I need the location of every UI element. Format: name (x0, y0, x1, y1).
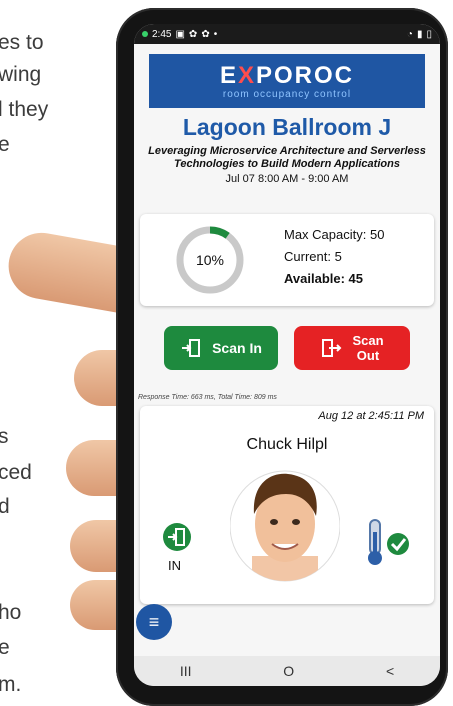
dot-icon: • (213, 28, 218, 40)
available-count: Available: 45 (284, 271, 364, 286)
phone-screen: 2:45 ▣ ✿ ✿ • ◔ ▮ ▯ EXPOROC room occupanc… (134, 24, 440, 686)
android-nav-bar: III O < (134, 656, 440, 686)
background-text-9: e (0, 636, 10, 659)
temperature-ok-icon (368, 519, 409, 565)
scan-out-label-line-2: Out (356, 348, 380, 363)
session-title-line-1: Leveraging Microservice Architecture and… (148, 145, 426, 157)
settings-icon: ✿ (188, 28, 198, 40)
background-text-8: ho (0, 601, 22, 624)
logo-brand-suffix: POROC (256, 61, 355, 89)
status-bar: 2:45 ▣ ✿ ✿ • ◔ ▮ ▯ (134, 24, 440, 44)
background-text-5: s (0, 425, 9, 448)
door-exit-icon (322, 339, 342, 357)
capacity-stats: Max Capacity: 50 Current: 5 Available: 4… (284, 224, 384, 290)
background-text-2: wing (0, 63, 42, 86)
logo-tagline: room occupancy control (222, 88, 352, 100)
person-name: Chuck Hilpl (246, 436, 328, 453)
scan-in-button[interactable]: Scan In (164, 326, 278, 370)
scan-out-button[interactable]: Scan Out (294, 326, 410, 370)
menu-icon: ≡ (148, 611, 160, 632)
home-button[interactable]: O (283, 663, 294, 679)
menu-fab-button[interactable]: ≡ (136, 604, 172, 640)
photo-icon: ▣ (175, 28, 185, 40)
occupancy-gauge: 10% (174, 224, 246, 296)
scan-timestamp: Aug 12 at 2:45:11 PM (318, 410, 424, 422)
session-title: Leveraging Microservice Architecture and… (144, 145, 430, 171)
scan-out-label: Scan Out (352, 333, 383, 363)
app-logo: EXPOROC room occupancy control (149, 54, 425, 108)
session-title-line-2: Technologies to Build Modern Application… (174, 158, 400, 170)
logo-brand-prefix: E (219, 61, 238, 89)
back-button[interactable]: < (386, 663, 394, 679)
scan-out-label-line-1: Scan (352, 333, 384, 348)
background-text-3: l they (0, 98, 49, 121)
response-time: Response Time: 663 ms, Total Time: 809 m… (138, 394, 277, 401)
capacity-card: 10% Max Capacity: 50 Current: 5 Availabl… (140, 214, 434, 306)
background-text-10: m. (0, 673, 22, 696)
recents-button[interactable]: III (180, 663, 192, 679)
last-scan-card: Aug 12 at 2:45:11 PM Chuck Hilpl IN (140, 406, 434, 604)
occupancy-percent: 10% (195, 252, 225, 268)
background-text-7: d (0, 495, 10, 518)
settings-icon: ✿ (201, 28, 210, 40)
notification-icon (142, 31, 148, 37)
signal-icon: ▮ (416, 28, 423, 40)
status-time: 2:45 (152, 28, 172, 40)
session-time: Jul 07 8:00 AM - 9:00 AM (225, 173, 349, 185)
scan-direction: IN (168, 558, 181, 573)
logo-brand-x: X (237, 61, 256, 89)
scan-in-label: Scan In (212, 340, 262, 356)
background-text-1: es to (0, 31, 44, 54)
person-photo (230, 470, 340, 582)
max-capacity: Max Capacity: 50 (284, 227, 385, 242)
wifi-icon: ◔ (406, 28, 413, 40)
logo-brand: EXPOROC (219, 61, 355, 89)
entry-status-icon (163, 523, 191, 551)
battery-icon: ▯ (426, 28, 432, 40)
background-text-4: e (0, 133, 10, 156)
background-text-6: ced (0, 461, 32, 484)
current-count: Current: 5 (284, 249, 342, 264)
room-title: Lagoon Ballroom J (182, 114, 392, 140)
door-enter-icon (182, 339, 201, 357)
